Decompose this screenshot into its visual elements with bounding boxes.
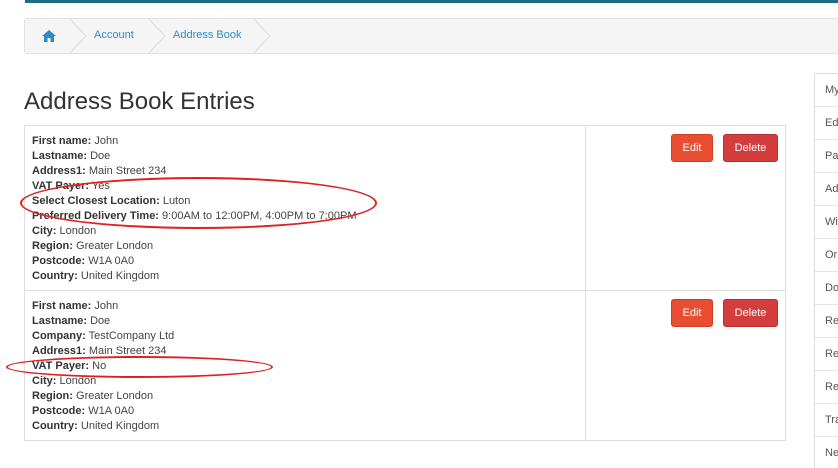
address-entry-row: First name: John Lastname: Doe Address1:… <box>25 126 785 291</box>
breadcrumb-address-book-link[interactable]: Address Book <box>173 29 241 41</box>
breadcrumb-separator <box>253 19 271 53</box>
breadcrumb: Account Address Book <box>24 18 838 54</box>
side-menu-item[interactable]: Ne <box>815 437 838 468</box>
field-region: Region: Greater London <box>32 240 154 252</box>
field-delivery-time: Preferred Delivery Time: 9:00AM to 12:00… <box>32 210 357 222</box>
field-lastname: Lastname: Doe <box>32 315 111 327</box>
side-menu-item[interactable]: My <box>815 74 838 107</box>
address-book-table: First name: John Lastname: Doe Address1:… <box>24 125 786 441</box>
side-menu-item[interactable]: Re <box>815 305 838 338</box>
field-closest-location: Select Closest Location: Luton <box>32 195 191 207</box>
side-menu-item[interactable]: Pa <box>815 140 838 173</box>
side-menu-item[interactable]: Re <box>815 338 838 371</box>
side-menu-item[interactable]: Wi <box>815 206 838 239</box>
field-vat-payer: VAT Payer: No <box>32 360 107 372</box>
field-vat-payer: VAT Payer: Yes <box>32 180 110 192</box>
field-first-name: First name: John <box>32 135 119 147</box>
edit-button[interactable]: Edit <box>671 134 713 162</box>
field-address1: Address1: Main Street 234 <box>32 165 167 177</box>
field-postcode: Postcode: W1A 0A0 <box>32 255 135 267</box>
delete-button[interactable]: Delete <box>723 299 778 327</box>
field-lastname: Lastname: Doe <box>32 150 111 162</box>
field-company: Company: TestCompany Ltd <box>32 330 175 342</box>
side-menu-item[interactable]: Ad <box>815 173 838 206</box>
field-city: City: London <box>32 375 97 387</box>
home-icon[interactable] <box>41 28 57 44</box>
address-entry-details: First name: John Lastname: Doe Address1:… <box>25 126 586 290</box>
field-first-name: First name: John <box>32 300 119 312</box>
side-menu-item[interactable]: Or <box>815 239 838 272</box>
side-menu-item[interactable]: Ed <box>815 107 838 140</box>
address-entry-details: First name: John Lastname: Doe Company: … <box>25 291 586 441</box>
header-accent-bar <box>25 0 838 3</box>
page-title: Address Book Entries <box>24 88 255 115</box>
field-country: Country: United Kingdom <box>32 420 160 432</box>
field-postcode: Postcode: W1A 0A0 <box>32 405 135 417</box>
field-address1: Address1: Main Street 234 <box>32 345 167 357</box>
address-entry-actions: Edit Delete <box>587 126 785 290</box>
address-entry-row: First name: John Lastname: Doe Company: … <box>25 291 785 441</box>
breadcrumb-account-link[interactable]: Account <box>94 29 134 41</box>
address-entry-actions: Edit Delete <box>587 291 785 441</box>
breadcrumb-separator <box>69 19 87 53</box>
account-side-menu: My Ed Pa Ad Wi Or Do Re Re Re Tra Ne <box>814 73 838 468</box>
field-country: Country: United Kingdom <box>32 270 160 282</box>
field-region: Region: Greater London <box>32 390 154 402</box>
breadcrumb-separator <box>148 19 166 53</box>
edit-button[interactable]: Edit <box>671 299 713 327</box>
side-menu-item[interactable]: Tra <box>815 404 838 437</box>
field-city: City: London <box>32 225 97 237</box>
side-menu-item[interactable]: Re <box>815 371 838 404</box>
delete-button[interactable]: Delete <box>723 134 778 162</box>
side-menu-item[interactable]: Do <box>815 272 838 305</box>
